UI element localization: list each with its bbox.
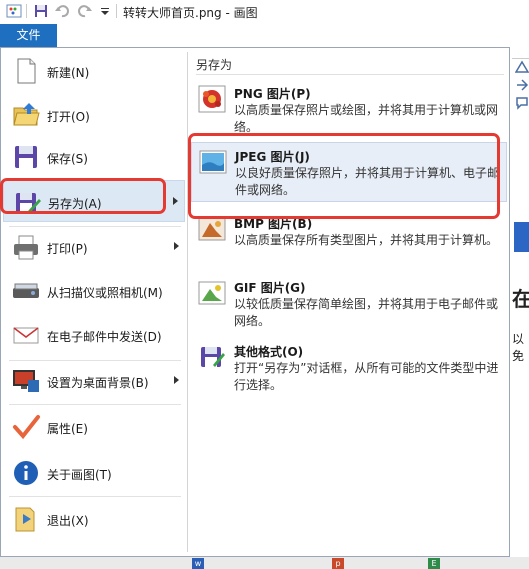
menu-item-print[interactable]: 打印(P) <box>3 226 185 268</box>
submenu-arrow-icon <box>174 376 179 384</box>
checkmark-icon <box>13 415 40 440</box>
menu-item-label: 打印(P) <box>47 242 88 256</box>
submenu-arrow-icon <box>174 242 179 250</box>
menu-item-exit[interactable]: 退出(X) <box>3 498 185 540</box>
title-bar: 转转大师首页.png - 画图 <box>0 0 529 24</box>
file-menu-commands: 新建(N) 打开(O) 保存(S) 另存为(A) 打印(P) 从扫描仪或照相机(… <box>1 48 187 556</box>
customize-toolbar-icon[interactable] <box>97 3 113 19</box>
option-description: 以高质量保存所有类型图片，并将其用于计算机。 <box>234 233 499 247</box>
menu-item-label: 从扫描仪或照相机(M) <box>47 286 163 300</box>
excel-app-icon: E <box>428 558 440 569</box>
menu-item-label: 关于画图(T) <box>47 468 112 482</box>
option-title: GIF 图片(G) <box>234 281 306 295</box>
callout-shape-icon <box>516 97 528 110</box>
submenu-arrow-icon <box>173 197 178 205</box>
menu-item-email[interactable]: 在电子邮件中发送(D) <box>3 314 185 356</box>
file-menu: 新建(N) 打开(O) 保存(S) 另存为(A) 打印(P) 从扫描仪或照相机(… <box>0 47 510 557</box>
menu-item-label: 设置为桌面背景(B) <box>47 376 149 390</box>
menu-item-label: 新建(N) <box>47 66 90 80</box>
menu-item-desktop-background[interactable]: 设置为桌面背景(B) <box>3 360 185 402</box>
option-description: 以高质量保存照片或绘图，并将其用于计算机或网络。 <box>234 103 499 134</box>
bottom-strip <box>0 557 529 569</box>
new-document-icon <box>17 58 36 84</box>
menu-item-open[interactable]: 打开(O) <box>3 94 185 136</box>
background-partial-text-1: 在 <box>512 287 529 311</box>
paint-app-icon <box>6 4 22 18</box>
ribbon-tab-strip <box>57 24 529 47</box>
desktop-background-icon <box>13 370 39 392</box>
background-divider <box>512 58 529 59</box>
powerpoint-app-icon: p <box>332 558 344 569</box>
word-app-icon: w <box>192 558 204 569</box>
save-as-gif-option[interactable]: GIF 图片(G) 以较低质量保存简单绘图，并将其用于电子邮件或网络。 <box>191 274 507 334</box>
save-as-png-option[interactable]: PNG 图片(P) 以高质量保存照片或绘图，并将其用于计算机或网络。 <box>191 80 507 140</box>
save-quick-icon[interactable] <box>33 3 49 19</box>
gif-image-icon <box>198 281 226 305</box>
undo-icon[interactable] <box>54 3 70 19</box>
menu-column-divider <box>187 52 188 552</box>
menu-separator <box>9 404 181 405</box>
background-partial-text-2: 以免 <box>512 332 525 363</box>
option-title: 其他格式(O) <box>234 345 304 359</box>
annotation-highlight-save-as <box>0 178 166 214</box>
option-description: 以较低质量保存简单绘图，并将其用于电子邮件或网络。 <box>234 297 499 328</box>
menu-item-label: 退出(X) <box>47 514 89 528</box>
scanner-icon <box>13 283 39 298</box>
menu-item-label: 在电子邮件中发送(D) <box>47 330 162 344</box>
arrow-shape-icon <box>517 79 529 91</box>
menu-item-label: 属性(E) <box>47 422 88 436</box>
triangle-shape-icon <box>515 60 529 73</box>
save-as-pane-title: 另存为 <box>196 58 233 72</box>
annotation-highlight-jpeg <box>188 133 500 219</box>
menu-item-label: 保存(S) <box>47 152 88 166</box>
menu-item-about[interactable]: 关于画图(T) <box>3 452 185 494</box>
printer-icon <box>14 235 38 260</box>
file-tab[interactable]: 文件 <box>0 24 57 47</box>
bmp-image-icon <box>198 217 226 241</box>
menu-separator <box>9 496 181 497</box>
save-disk-icon <box>15 146 37 168</box>
menu-item-properties[interactable]: 属性(E) <box>3 406 185 448</box>
exit-icon <box>15 507 35 532</box>
redo-icon[interactable] <box>77 3 93 19</box>
option-description: 打开“另存为”对话框，从所有可能的文件类型中进行选择。 <box>234 361 499 392</box>
info-icon <box>14 461 38 485</box>
save-as-pane-rule <box>196 74 504 75</box>
menu-item-scanner[interactable]: 从扫描仪或照相机(M) <box>3 270 185 312</box>
background-blue-block <box>514 222 529 252</box>
email-icon <box>13 327 39 344</box>
png-image-icon <box>198 85 226 113</box>
menu-item-save[interactable]: 保存(S) <box>3 136 185 178</box>
save-as-bmp-option[interactable]: BMP 图片(B) 以高质量保存所有类型图片，并将其用于计算机。 <box>191 210 507 270</box>
open-folder-icon <box>13 103 40 126</box>
other-formats-icon <box>201 347 225 367</box>
menu-item-new[interactable]: 新建(N) <box>3 50 185 92</box>
save-as-other-formats-option[interactable]: 其他格式(O) 打开“另存为”对话框，从所有可能的文件类型中进行选择。 <box>191 338 507 398</box>
window-title: 转转大师首页.png - 画图 <box>123 6 258 20</box>
option-title: PNG 图片(P) <box>234 87 311 101</box>
menu-item-label: 打开(O) <box>47 110 90 124</box>
